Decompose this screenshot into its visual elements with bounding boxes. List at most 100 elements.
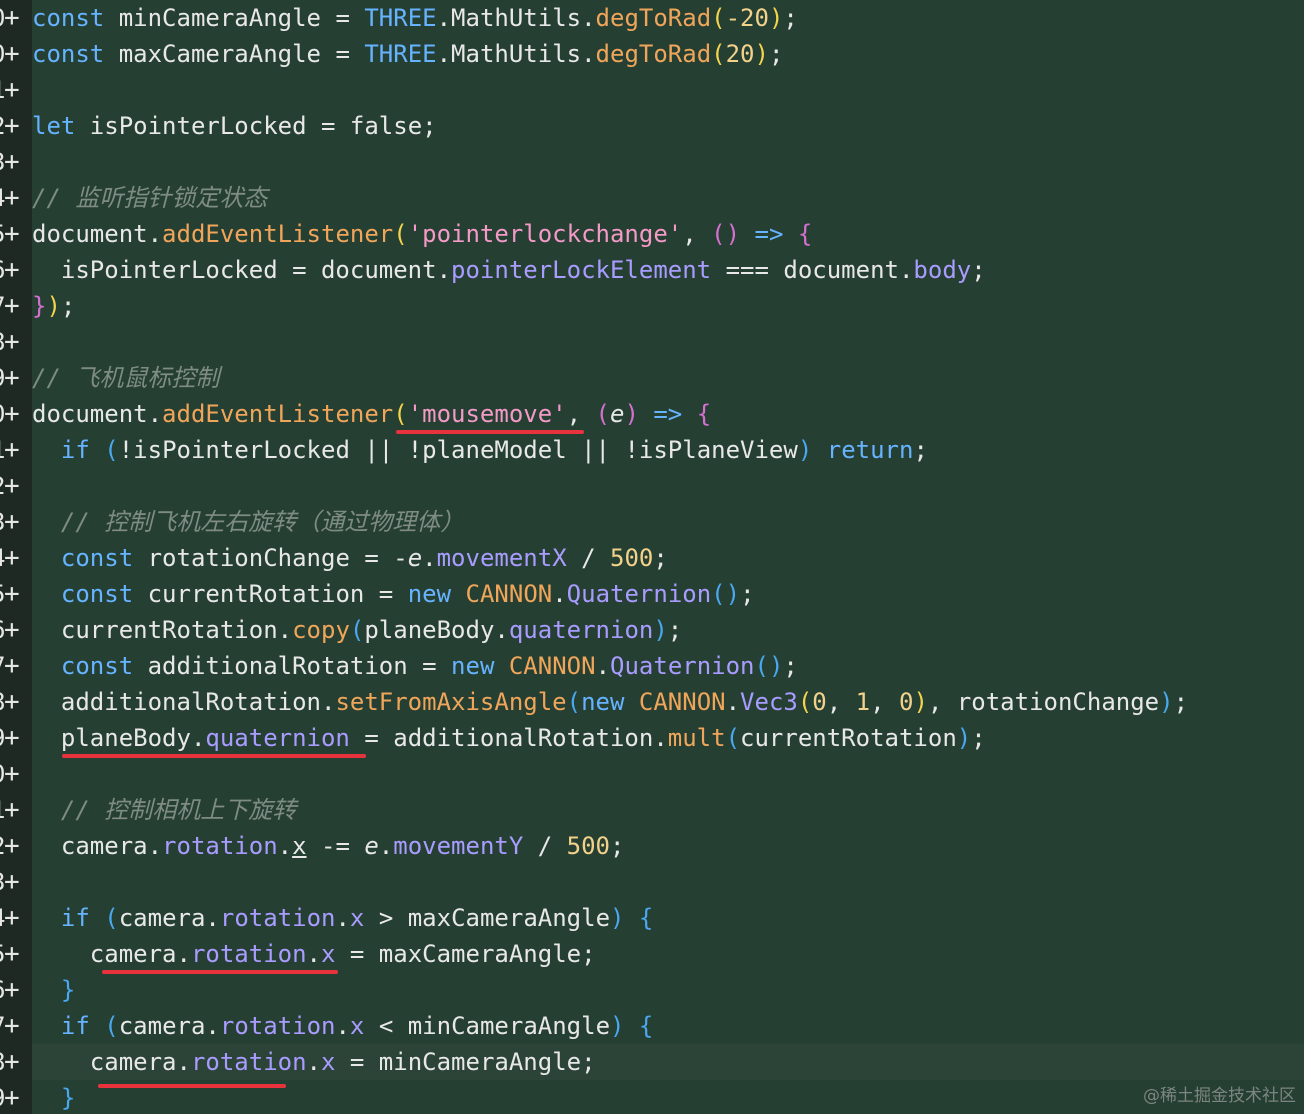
code-line[interactable]: planeBody.quaternion = additionalRotatio…	[32, 720, 1304, 756]
code-token: =>	[740, 220, 784, 248]
gutter-line: 9+	[0, 360, 32, 396]
code-line[interactable]: document.addEventListener('pointerlockch…	[32, 216, 1304, 252]
code-line[interactable]: }	[32, 972, 1304, 1008]
code-token: CANNON	[508, 652, 596, 680]
code-token: -20	[725, 4, 769, 32]
diff-added-marker: +	[4, 471, 20, 501]
code-token: const	[32, 4, 105, 32]
gutter-line: 3+	[0, 504, 32, 540]
annotation-underline-camera-rotation-max	[102, 970, 338, 974]
diff-added-marker: +	[4, 867, 20, 897]
code-token: > maxCameraAngle	[364, 904, 611, 932]
code-line[interactable]: // 控制飞机左右旋转（通过物理体）	[32, 504, 1304, 540]
diff-added-marker: +	[4, 903, 20, 933]
code-token: =	[335, 40, 365, 68]
code-line[interactable]: currentRotation.copy(planeBody.quaternio…	[32, 612, 1304, 648]
code-token: (	[566, 688, 582, 716]
code-token: document.	[32, 400, 163, 428]
code-token: = minCameraAngle;	[335, 1048, 596, 1076]
code-line[interactable]: let isPointerLocked = false;	[32, 108, 1304, 144]
code-token: ,	[566, 400, 596, 428]
code-line[interactable]	[32, 468, 1304, 504]
code-token: new	[581, 688, 625, 716]
code-token: rotation	[190, 1048, 307, 1076]
code-token: {	[797, 220, 813, 248]
gutter-line: 9+	[0, 720, 32, 756]
code-line[interactable]: // 监听指针锁定状态	[32, 180, 1304, 216]
code-line[interactable]: const minCameraAngle = THREE.MathUtils.d…	[32, 0, 1304, 36]
gutter-line: 3+	[0, 144, 32, 180]
code-line[interactable]: if (camera.rotation.x > maxCameraAngle) …	[32, 900, 1304, 936]
code-token: .	[277, 832, 293, 860]
code-token: let	[32, 112, 76, 140]
code-line[interactable]: document.addEventListener('mousemove', (…	[32, 396, 1304, 432]
code-token: ;	[768, 40, 784, 68]
code-line[interactable]	[32, 864, 1304, 900]
code-line[interactable]: if (camera.rotation.x < minCameraAngle) …	[32, 1008, 1304, 1044]
gutter-line: 2+	[0, 468, 32, 504]
diff-added-marker: +	[4, 543, 20, 573]
code-line[interactable]: // 飞机鼠标控制	[32, 360, 1304, 396]
code-line[interactable]: // 控制相机上下旋转	[32, 792, 1304, 828]
code-line[interactable]: camera.rotation.x = maxCameraAngle;	[32, 936, 1304, 972]
code-token: {	[696, 400, 712, 428]
gutter-line: 5+	[0, 936, 32, 972]
gutter-line: 4+	[0, 180, 32, 216]
code-line[interactable]	[32, 756, 1304, 792]
diff-added-marker: +	[4, 759, 20, 789]
code-line[interactable]: additionalRotation.setFromAxisAngle(new …	[32, 684, 1304, 720]
code-token: // 飞机鼠标控制	[32, 364, 220, 392]
code-line[interactable]: const rotationChange = -e.movementX / 50…	[32, 540, 1304, 576]
code-token: document.	[32, 220, 163, 248]
code-line[interactable]: camera.rotation.x -= e.movementY / 500;	[32, 828, 1304, 864]
diff-added-marker: +	[4, 111, 20, 141]
code-token: addEventListener	[162, 400, 394, 428]
code-token: (	[711, 40, 726, 68]
code-line[interactable]	[32, 72, 1304, 108]
code-token: x	[292, 832, 307, 860]
code-line[interactable]: });	[32, 288, 1304, 324]
code-line[interactable]: const currentRotation = new CANNON.Quate…	[32, 576, 1304, 612]
code-line[interactable]: const maxCameraAngle = THREE.MathUtils.d…	[32, 36, 1304, 72]
code-line[interactable]: camera.rotation.x = minCameraAngle;	[32, 1044, 1304, 1080]
code-token: (	[725, 724, 741, 752]
code-token: ()	[754, 652, 784, 680]
code-line[interactable]: isPointerLocked = document.pointerLockEl…	[32, 252, 1304, 288]
diff-added-marker: +	[4, 147, 20, 177]
diff-added-marker: +	[4, 795, 20, 825]
gutter-line: 0+	[0, 36, 32, 72]
gutter-line: 2+	[0, 828, 32, 864]
code-token: .	[306, 1048, 321, 1076]
code-token: return	[826, 436, 914, 464]
code-line[interactable]	[32, 144, 1304, 180]
code-token: !isPointerLocked || !planeModel || !isPl…	[118, 436, 798, 464]
code-token: ,	[682, 220, 712, 248]
code-token: .	[306, 940, 321, 968]
code-token: quaternion	[508, 616, 654, 644]
code-token: // 监听指针锁定状态	[32, 184, 268, 212]
code-token: (	[393, 400, 408, 428]
code-line[interactable]	[32, 324, 1304, 360]
code-token: ;	[913, 436, 928, 464]
code-line[interactable]: const additionalRotation = new CANNON.Qu…	[32, 648, 1304, 684]
code-token: body	[913, 256, 972, 284]
code-token: .	[595, 652, 611, 680]
code-token: // 控制相机上下旋转	[32, 796, 297, 824]
gutter-line: 3+	[0, 864, 32, 900]
code-line[interactable]: if (!isPointerLocked || !planeModel || !…	[32, 432, 1304, 468]
gutter-line: 5+	[0, 216, 32, 252]
annotation-underline-camera-rotation-min	[98, 1084, 286, 1088]
code-editor[interactable]: 0+0+1+2+3+4+5+6+7+8+9+0+1+2+3+4+5+6+7+8+…	[0, 0, 1304, 1114]
code-token: const	[60, 580, 134, 608]
code-token: .	[335, 1012, 350, 1040]
code-token: =	[335, 4, 365, 32]
code-token: Quaternion	[566, 580, 712, 608]
code-area[interactable]: const minCameraAngle = THREE.MathUtils.d…	[32, 0, 1304, 1114]
